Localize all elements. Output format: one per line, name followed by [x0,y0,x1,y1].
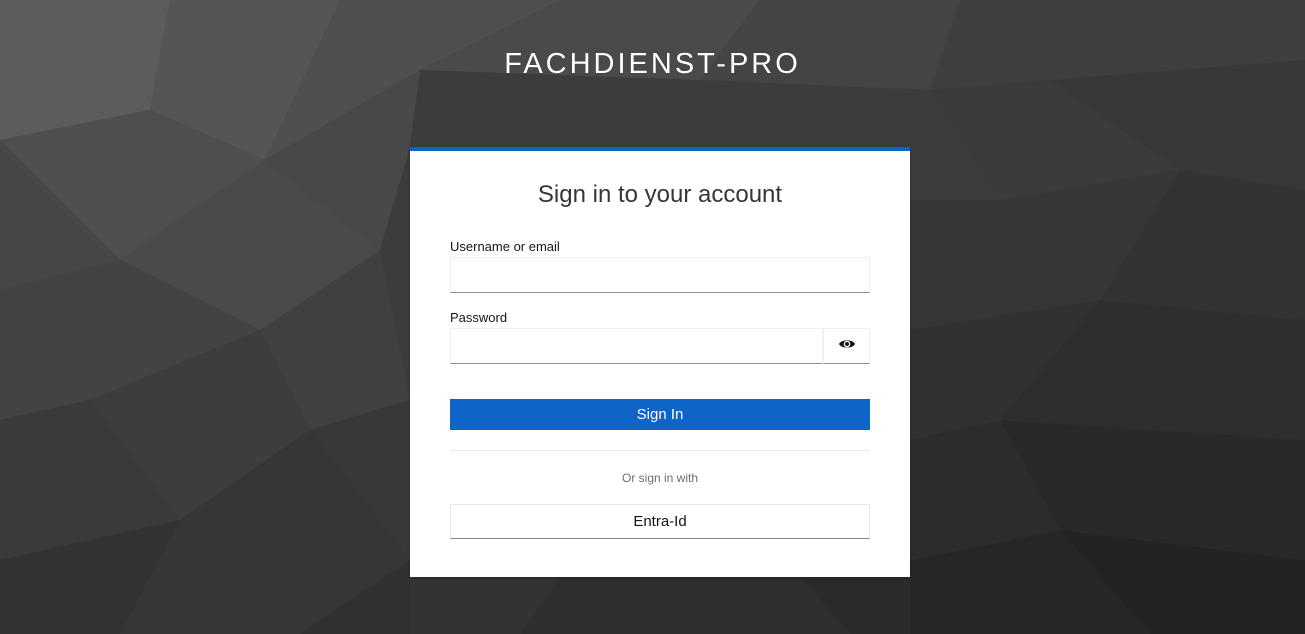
login-title: Sign in to your account [537,181,783,208]
sign-in-button[interactable]: Sign In [450,399,870,430]
realm-title: FACHDIENST-PRO [504,48,801,80]
username-label: Username or email [450,239,560,254]
social-separator-text: Or sign in with [621,471,699,485]
login-card: Sign in to your account Username or emai… [410,147,910,577]
password-label: Password [450,310,508,325]
divider [450,450,870,451]
username-input[interactable] [450,257,870,293]
password-input[interactable] [450,328,823,364]
eye-icon [838,337,856,356]
entra-id-button[interactable]: Entra-Id [450,504,870,539]
show-password-button[interactable] [823,328,870,364]
